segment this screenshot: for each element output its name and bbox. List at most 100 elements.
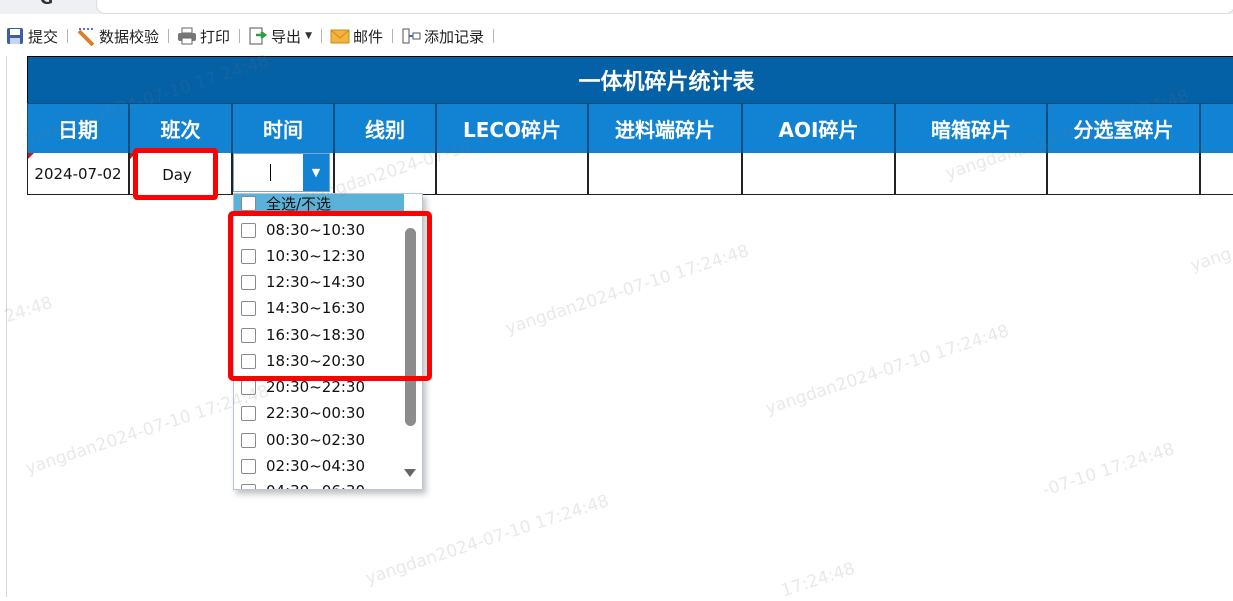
cell-sorting-room[interactable] xyxy=(1047,153,1200,195)
browser-top-bar: G xyxy=(0,0,1233,14)
printer-icon xyxy=(177,26,197,46)
header-line[interactable]: 线别 xyxy=(334,103,436,153)
option-label: 02:30~04:30 xyxy=(266,457,366,475)
list-item[interactable]: 20:30~22:30 xyxy=(234,374,404,400)
checkbox[interactable] xyxy=(241,300,256,316)
sheet-left-border xyxy=(6,56,7,597)
toolbar-divider xyxy=(493,29,495,43)
checkbox[interactable] xyxy=(241,483,256,489)
watermark-text: yangdan2024-07-10 17:24:48 xyxy=(503,241,752,339)
dropdown-toggle-button[interactable]: ▼ xyxy=(303,154,329,191)
list-item[interactable]: 16:30~18:30 xyxy=(234,322,404,348)
list-item[interactable]: 08:30~10:30 xyxy=(234,217,404,243)
export-button[interactable]: 导出 ▼ xyxy=(243,24,318,48)
cell-feed-end[interactable] xyxy=(588,153,742,195)
list-item[interactable]: 14:30~16:30 xyxy=(234,295,404,321)
watermark-text: yangdan2024-07-10 17:24:48 xyxy=(363,491,612,589)
scroll-down-arrow-icon[interactable] xyxy=(404,469,416,477)
list-item[interactable]: 18:30~20:30 xyxy=(234,348,404,374)
validate-button[interactable]: 数据校验 xyxy=(71,24,165,48)
option-label: 20:30~22:30 xyxy=(266,378,366,396)
list-item[interactable]: 00:30~02:30 xyxy=(234,427,404,453)
checkbox[interactable] xyxy=(241,327,256,343)
option-label: 18:30~20:30 xyxy=(266,352,366,370)
validate-label: 数据校验 xyxy=(99,27,160,46)
list-item[interactable]: 12:30~14:30 xyxy=(234,269,404,295)
checkbox[interactable] xyxy=(241,353,256,369)
cell-date[interactable]: 2024-07-02 xyxy=(27,153,129,195)
option-label: 12:30~14:30 xyxy=(266,273,366,291)
header-aoi[interactable]: AOI碎片 xyxy=(742,103,895,153)
comment-marker xyxy=(28,153,34,159)
list-item[interactable]: 22:30~00:30 xyxy=(234,400,404,426)
header-sorting-room[interactable]: 分选室碎片 xyxy=(1047,103,1200,153)
checkbox[interactable] xyxy=(241,405,256,421)
header-partial[interactable]: 进 xyxy=(1200,103,1233,153)
cell-darkbox[interactable] xyxy=(895,153,1047,195)
checkbox[interactable] xyxy=(241,196,256,211)
print-label: 打印 xyxy=(200,27,231,46)
toolbar: 提交 数据校验 打印 导出 ▼ 邮件 添加记录 xyxy=(0,22,1233,50)
export-label: 导出 xyxy=(271,27,302,46)
select-all-option[interactable]: 全选/不选 xyxy=(234,194,404,213)
chevron-down-icon: ▼ xyxy=(311,166,321,179)
list-item[interactable]: 04:30~06:30 xyxy=(234,478,404,489)
time-dropdown-list: 全选/不选 08:30~10:30 10:30~12:30 12:30~14:3… xyxy=(233,193,423,490)
watermark-text: -07-10 17:24:48 xyxy=(1040,439,1178,501)
scrollbar-thumb[interactable] xyxy=(405,228,416,426)
select-all-label: 全选/不选 xyxy=(266,195,332,213)
toolbar-divider xyxy=(320,29,322,43)
header-shift[interactable]: 班次 xyxy=(129,103,232,153)
cell-shift-value[interactable]: Day xyxy=(146,157,208,193)
watermark-text: 24:48 xyxy=(2,292,55,328)
submit-button[interactable]: 提交 xyxy=(0,24,64,48)
option-label: 04:30~06:30 xyxy=(266,482,365,489)
text-cursor xyxy=(270,164,271,181)
spreadsheet: 一体机碎片统计表 日期 班次 时间 线别 LECO碎片 进料端碎片 AOI碎片 … xyxy=(27,56,1233,200)
cell-partial[interactable] xyxy=(1200,153,1233,195)
cell-date-value: 2024-07-02 xyxy=(34,164,122,183)
header-feed-end[interactable]: 进料端碎片 xyxy=(588,103,742,153)
checkbox[interactable] xyxy=(241,379,256,395)
list-item[interactable]: 10:30~12:30 xyxy=(234,243,404,269)
header-date[interactable]: 日期 xyxy=(27,103,129,153)
toolbar-divider xyxy=(392,29,393,43)
checkbox[interactable] xyxy=(241,274,256,290)
mail-icon xyxy=(330,26,350,46)
cell-aoi[interactable] xyxy=(742,153,895,195)
option-label: 00:30~02:30 xyxy=(266,431,366,449)
toolbar-divider xyxy=(168,29,170,43)
watermark-text: yangdan2024-07-10 17:24:48 xyxy=(763,321,1012,419)
cell-leco[interactable] xyxy=(436,153,588,195)
add-record-label: 添加记录 xyxy=(424,27,485,46)
option-label: 10:30~12:30 xyxy=(266,247,366,265)
option-label: 16:30~18:30 xyxy=(266,326,366,344)
pencil-icon xyxy=(76,26,96,47)
cell-line[interactable] xyxy=(334,153,436,195)
address-bar[interactable] xyxy=(96,0,1233,14)
chevron-down-icon: ▼ xyxy=(305,31,312,41)
option-label: 08:30~10:30 xyxy=(266,221,366,239)
shift-highlight-box: Day xyxy=(133,148,218,200)
watermark-text: yang xyxy=(1187,243,1233,277)
mail-button[interactable]: 邮件 xyxy=(325,24,389,48)
toolbar-divider xyxy=(67,29,69,43)
table-title: 一体机碎片统计表 xyxy=(27,56,1233,103)
header-darkbox[interactable]: 暗箱碎片 xyxy=(895,103,1047,153)
export-icon xyxy=(248,26,268,46)
checkbox[interactable] xyxy=(241,248,256,264)
watermark-text: 17:24:48 xyxy=(778,558,858,601)
table-title-text: 一体机碎片统计表 xyxy=(578,70,755,95)
header-time[interactable]: 时间 xyxy=(232,103,334,153)
checkbox[interactable] xyxy=(241,222,256,238)
checkbox[interactable] xyxy=(241,458,256,474)
option-label: 22:30~00:30 xyxy=(266,404,366,422)
checkbox[interactable] xyxy=(241,432,256,448)
add-record-button[interactable]: 添加记录 xyxy=(396,24,490,48)
list-item[interactable]: 02:30~04:30 xyxy=(234,453,404,479)
time-select-input[interactable]: ▼ xyxy=(233,153,330,192)
browser-logo: G xyxy=(40,0,64,7)
header-leco[interactable]: LECO碎片 xyxy=(436,103,588,153)
print-button[interactable]: 打印 xyxy=(172,24,236,48)
option-label: 14:30~16:30 xyxy=(266,299,366,317)
